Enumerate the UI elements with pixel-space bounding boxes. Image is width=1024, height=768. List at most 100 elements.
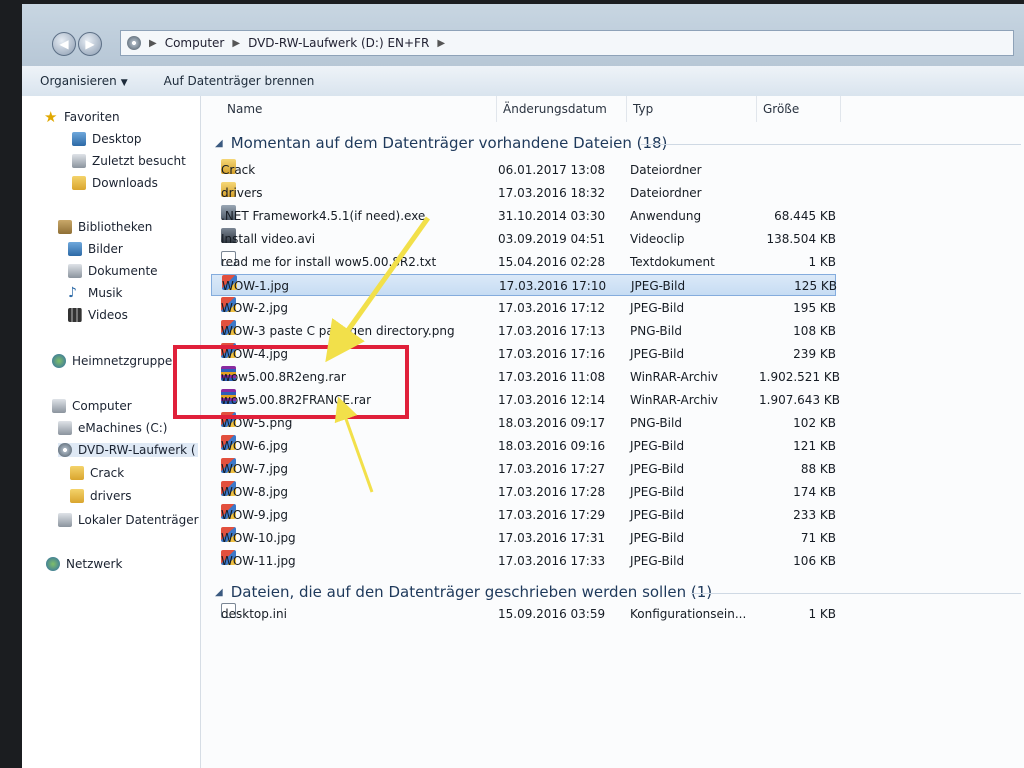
file-size: 106 KB xyxy=(793,554,836,568)
file-name: WOW-7.jpg xyxy=(221,462,289,476)
file-date: 17.03.2016 17:13 xyxy=(498,324,606,338)
file-date: 17.03.2016 17:10 xyxy=(499,279,607,293)
file-size: 138.504 KB xyxy=(766,232,836,246)
file-size: 71 KB xyxy=(800,531,836,545)
column-header-size[interactable]: Größe xyxy=(757,96,841,122)
file-type: Dateiordner xyxy=(630,186,702,200)
file-row[interactable]: desktop.ini 15.09.2016 03:59 Konfiguration… xyxy=(211,603,836,625)
file-type: PNG-Bild xyxy=(630,416,682,430)
file-date: 17.03.2016 17:31 xyxy=(498,531,606,545)
address-area: ◀ ▶ ▶ Computer ▶ DVD-RW-Laufwerk (D:) EN… xyxy=(22,4,1024,66)
forward-button[interactable]: ▶ xyxy=(78,32,102,56)
file-row[interactable]: WOW-7.jpg 17.03.2016 17:27 JPEG-Bild 88 KB xyxy=(211,458,836,480)
dvd-drive-icon xyxy=(58,443,72,457)
file-row[interactable]: WOW-8.jpg 17.03.2016 17:28 JPEG-Bild 174 KB xyxy=(211,481,836,503)
collapse-triangle-icon: ◢ xyxy=(215,586,223,598)
file-row[interactable]: WOW-6.jpg 18.03.2016 09:16 JPEG-Bild 121 KB xyxy=(211,435,836,457)
group-header-pending-files[interactable]: ◢ Dateien, die auf den Datenträger gesch… xyxy=(215,583,712,601)
file-type: JPEG-Bild xyxy=(630,301,685,315)
nav-homegroup[interactable]: Heimnetzgruppe xyxy=(52,354,172,368)
nav-drivers-folder[interactable]: drivers xyxy=(70,489,132,503)
group-divider xyxy=(691,593,1021,594)
back-button[interactable]: ◀ xyxy=(52,32,76,56)
file-name: .NET Framework4.5.1(if need).exe xyxy=(221,209,426,223)
file-date: 17.03.2016 17:12 xyxy=(498,301,606,315)
file-name: WOW-6.jpg xyxy=(221,439,289,453)
file-type: Anwendung xyxy=(630,209,702,223)
column-header-name[interactable]: Name xyxy=(221,96,497,122)
file-size: 239 KB xyxy=(793,347,836,361)
nav-network[interactable]: Netzwerk xyxy=(46,557,122,571)
nav-videos[interactable]: Videos xyxy=(68,308,128,322)
file-type: WinRAR-Archiv xyxy=(630,370,719,384)
hard-drive-icon xyxy=(58,421,72,435)
file-type: JPEG-Bild xyxy=(630,485,685,499)
file-date: 17.03.2016 11:08 xyxy=(498,370,606,384)
nav-favorites[interactable]: ★ Favoriten xyxy=(44,110,120,125)
nav-computer[interactable]: Computer xyxy=(52,399,132,413)
file-name: WOW-11.jpg xyxy=(221,554,296,568)
file-date: 03.09.2019 04:51 xyxy=(498,232,606,246)
file-size: 88 KB xyxy=(800,462,836,476)
file-name: drivers xyxy=(221,186,263,200)
file-type: JPEG-Bild xyxy=(631,279,686,293)
pictures-icon xyxy=(68,242,82,256)
file-row[interactable]: WOW-2.jpg 17.03.2016 17:12 JPEG-Bild 195 KB xyxy=(211,297,836,319)
address-bar[interactable]: ▶ Computer ▶ DVD-RW-Laufwerk (D:) EN+FR … xyxy=(120,30,1014,56)
breadcrumb-dvd-drive[interactable]: DVD-RW-Laufwerk (D:) EN+FR xyxy=(248,36,429,50)
folder-icon xyxy=(70,489,84,503)
file-date: 15.04.2016 02:28 xyxy=(498,255,606,269)
file-name: WOW-3 paste C pa...-gen directory.png xyxy=(221,324,455,338)
file-size: 102 KB xyxy=(793,416,836,430)
file-row[interactable]: WOW-10.jpg 17.03.2016 17:31 JPEG-Bild 71 KB xyxy=(211,527,836,549)
network-icon xyxy=(46,557,60,571)
file-size: 174 KB xyxy=(793,485,836,499)
file-row[interactable]: Crack 06.01.2017 13:08 Dateiordner xyxy=(211,159,836,181)
recent-places-icon xyxy=(72,154,86,168)
file-row[interactable]: Install video.avi 03.09.2019 04:51 Videocl… xyxy=(211,228,836,250)
file-date: 17.03.2016 18:32 xyxy=(498,186,606,200)
nav-libraries[interactable]: Bibliotheken xyxy=(58,220,152,234)
file-row[interactable]: WOW-11.jpg 17.03.2016 17:33 JPEG-Bild 106 K… xyxy=(211,550,836,572)
nav-c-drive[interactable]: eMachines (C:) xyxy=(58,421,167,435)
file-type: JPEG-Bild xyxy=(630,462,685,476)
file-row[interactable]: read me for install wow5.00.8R2.txt 15.04… xyxy=(211,251,836,273)
file-type: JPEG-Bild xyxy=(630,508,685,522)
column-header-type[interactable]: Typ xyxy=(627,96,757,122)
nav-desktop[interactable]: Desktop xyxy=(72,132,142,146)
organize-menu[interactable]: Organisieren ▼ xyxy=(22,74,146,88)
file-type: JPEG-Bild xyxy=(630,347,685,361)
file-size: 1.907.643 KB xyxy=(759,393,840,407)
nav-music[interactable]: ♪ Musik xyxy=(68,286,123,300)
file-date: 18.03.2016 09:17 xyxy=(498,416,606,430)
file-row[interactable]: WOW-9.jpg 17.03.2016 17:29 JPEG-Bild 233 KB xyxy=(211,504,836,526)
file-type: PNG-Bild xyxy=(630,324,682,338)
file-row[interactable]: WOW-1.jpg 17.03.2016 17:10 JPEG-Bild 125 KB xyxy=(211,274,837,296)
group-header-current-files[interactable]: ◢ Momentan auf dem Datenträger vorhanden… xyxy=(215,134,667,152)
desktop-icon xyxy=(72,132,86,146)
file-size: 68.445 KB xyxy=(774,209,836,223)
file-date: 17.03.2016 17:29 xyxy=(498,508,606,522)
file-row[interactable]: WOW-3 paste C pa...-gen directory.png 17.… xyxy=(211,320,836,342)
nav-pictures[interactable]: Bilder xyxy=(68,242,123,256)
file-row[interactable]: .NET Framework4.5.1(if need).exe 31.10.20… xyxy=(211,205,836,227)
burn-button[interactable]: Auf Datenträger brennen xyxy=(146,74,333,88)
nav-crack-folder[interactable]: Crack xyxy=(70,466,124,480)
chevron-down-icon: ▼ xyxy=(120,78,128,88)
chevron-right-icon: ▶ xyxy=(437,37,446,49)
file-row[interactable]: drivers 17.03.2016 18:32 Dateiordner xyxy=(211,182,836,204)
downloads-folder-icon xyxy=(72,176,86,190)
nav-documents[interactable]: Dokumente xyxy=(68,264,158,278)
file-name: Install video.avi xyxy=(221,232,316,246)
file-date: 17.03.2016 17:27 xyxy=(498,462,606,476)
nav-downloads[interactable]: Downloads xyxy=(72,176,158,190)
folder-icon xyxy=(70,466,84,480)
music-note-icon: ♪ xyxy=(68,285,77,301)
nav-recent[interactable]: Zuletzt besucht xyxy=(72,154,186,168)
nav-dvd-drive[interactable]: DVD-RW-Laufwerk ( xyxy=(58,443,198,457)
breadcrumb-computer[interactable]: Computer xyxy=(165,36,225,50)
file-type: Videoclip xyxy=(630,232,685,246)
file-size: 108 KB xyxy=(793,324,836,338)
nav-local-disk[interactable]: Lokaler Datenträger xyxy=(58,513,199,527)
column-header-date[interactable]: Änderungsdatum xyxy=(497,96,627,122)
